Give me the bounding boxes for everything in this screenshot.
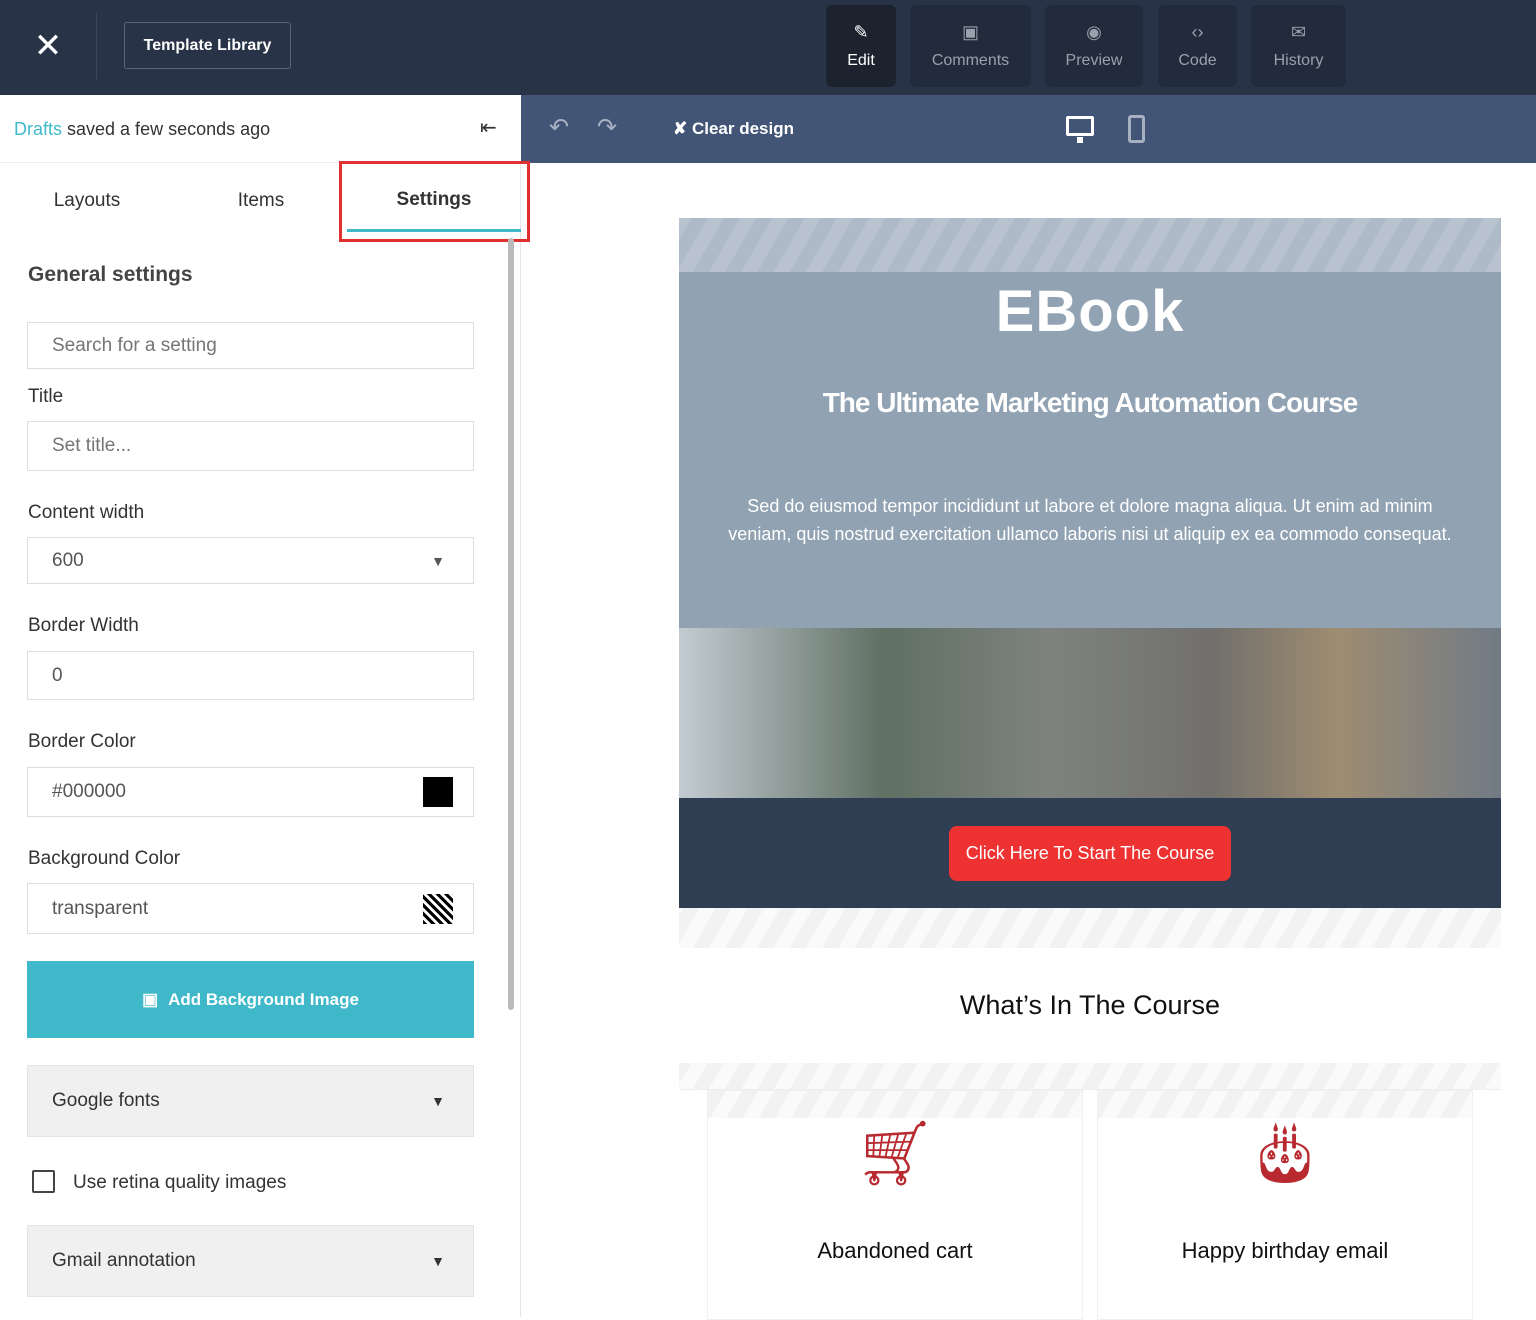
content-width-label: Content width — [28, 502, 145, 523]
drafts-link[interactable]: Drafts — [14, 119, 62, 139]
add-background-image-button[interactable]: ▣ Add Background Image — [27, 961, 474, 1038]
comments-icon: ▣ — [961, 22, 979, 42]
mode-edit[interactable]: ✎ Edit — [826, 5, 896, 87]
hero-section: EBook The Ultimate Marketing Automation … — [679, 272, 1501, 798]
close-icon[interactable]: ✕ — [30, 28, 66, 64]
hero-body: Sed do eiusmod tempor incididunt ut labo… — [728, 496, 1452, 544]
google-fonts-accordion[interactable]: Google fonts ▼ — [27, 1065, 474, 1137]
start-course-button[interactable]: Click Here To Start The Course — [948, 825, 1232, 881]
image-icon: ▣ — [142, 989, 159, 1009]
search-setting-input[interactable] — [27, 322, 474, 369]
mode-code[interactable]: ‹› Code — [1158, 5, 1237, 87]
save-status: saved a few seconds ago — [62, 119, 271, 139]
border-color-label: Border Color — [28, 731, 136, 752]
stripe-spacer — [679, 908, 1501, 948]
sidebar-scrollbar[interactable] — [508, 238, 514, 1010]
ebook-logo: EBook — [995, 279, 1185, 344]
highlight-box — [339, 161, 530, 242]
stripe-spacer — [679, 1063, 1501, 1090]
pencil-icon: ✎ — [853, 22, 869, 42]
shopping-cart-icon: 🛒︎ — [854, 1117, 936, 1189]
background-color-input[interactable]: transparent — [27, 883, 474, 934]
hero-headline: The Ultimate Marketing Automation Course — [822, 387, 1359, 418]
code-icon: ‹› — [1191, 22, 1204, 42]
template-library-button[interactable]: Template Library — [124, 22, 291, 69]
birthday-cake-icon: 🎂︎ — [1246, 1119, 1324, 1186]
mode-history[interactable]: ✉ History — [1251, 5, 1346, 87]
course-item-label: Abandoned cart — [817, 1238, 973, 1263]
undo-icon[interactable]: ↶ — [549, 113, 569, 142]
chevron-down-icon: ▼ — [431, 1253, 445, 1269]
clear-design-button[interactable]: ✘ Clear design — [673, 119, 794, 139]
envelope-open-icon: ✉ — [1290, 22, 1307, 42]
collapse-sidebar-icon[interactable]: ⇤ — [480, 115, 497, 140]
course-section-title: What’s In The Course — [959, 990, 1221, 1020]
eye-icon: ◉ — [1086, 22, 1102, 42]
retina-label: Use retina quality images — [73, 1172, 287, 1193]
title-input[interactable] — [27, 421, 474, 471]
chevron-down-icon: ▼ — [431, 552, 445, 569]
color-swatch[interactable] — [423, 777, 453, 807]
divider — [96, 13, 97, 79]
tab-layouts[interactable]: Layouts — [0, 170, 174, 232]
cta-section: Click Here To Start The Course — [679, 798, 1501, 908]
mode-comments[interactable]: ▣ Comments — [910, 5, 1031, 87]
email-canvas: EBook The Ultimate Marketing Automation … — [679, 218, 1501, 1320]
desktop-view-icon[interactable] — [1066, 116, 1094, 143]
redo-icon[interactable]: ↷ — [597, 113, 617, 142]
content-width-select[interactable]: 600 ▼ — [27, 537, 474, 584]
title-label: Title — [28, 386, 64, 407]
retina-checkbox[interactable] — [32, 1170, 55, 1193]
border-width-label: Border Width — [28, 615, 139, 636]
section-title: General settings — [28, 263, 193, 286]
transparent-swatch[interactable] — [423, 893, 453, 924]
gmail-annotation-accordion[interactable]: Gmail annotation ▼ — [27, 1225, 474, 1297]
sidebar-header: Drafts saved a few seconds ago ⇤ — [0, 95, 521, 163]
mode-preview[interactable]: ◉ Preview — [1045, 5, 1143, 87]
tab-items[interactable]: Items — [174, 170, 348, 232]
course-item: 🛒︎ Abandoned cart — [707, 1090, 1083, 1320]
stripe-spacer — [679, 218, 1501, 272]
mobile-view-icon[interactable] — [1128, 115, 1145, 143]
background-color-label: Background Color — [28, 848, 181, 869]
eraser-icon: ✘ — [673, 119, 692, 138]
hero-image — [679, 628, 1501, 798]
course-item-label: Happy birthday email — [1181, 1238, 1389, 1263]
chevron-down-icon: ▼ — [431, 1093, 445, 1109]
border-color-input[interactable]: #000000 — [27, 767, 474, 817]
canvas-toolbar: ↶ ↷ ✘ Clear design — [521, 95, 1536, 163]
border-width-input[interactable]: 0 — [27, 651, 474, 700]
course-item: 🎂︎ Happy birthday email — [1097, 1090, 1473, 1320]
